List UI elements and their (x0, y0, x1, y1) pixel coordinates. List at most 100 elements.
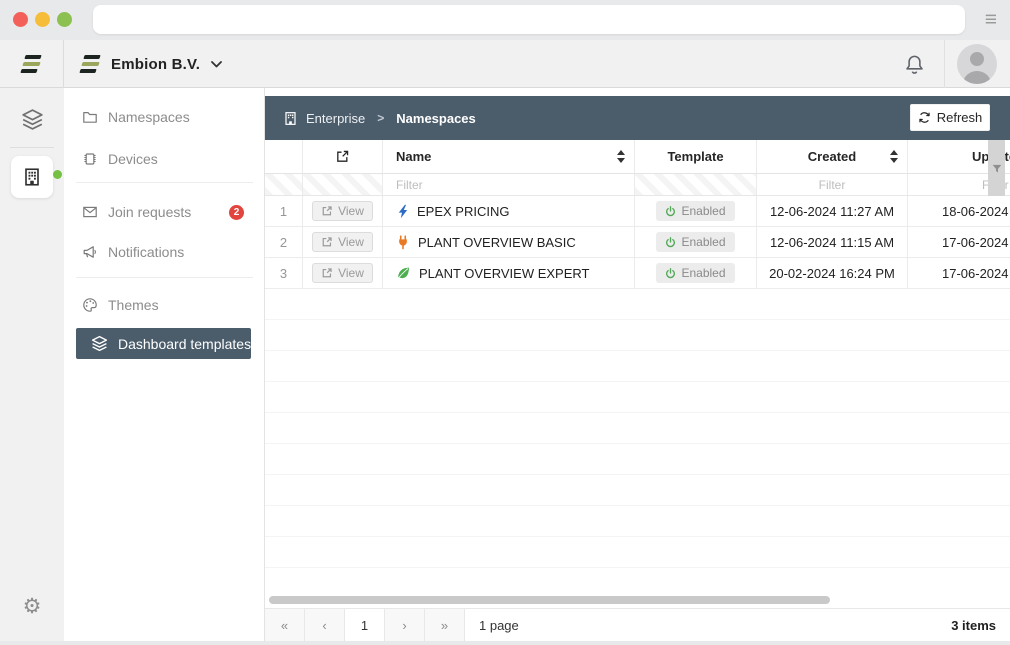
namespace-name: PLANT OVERVIEW EXPERT (419, 266, 590, 281)
view-cell: View (303, 227, 383, 257)
items-count-label: 3 items (951, 609, 996, 641)
external-link-icon (335, 149, 350, 164)
last-page-button[interactable]: » (425, 609, 465, 641)
namespace-name-cell: PLANT OVERVIEW EXPERT (383, 258, 635, 288)
power-icon (665, 268, 676, 279)
breadcrumb-current: Namespaces (396, 111, 476, 126)
row-index: 1 (265, 196, 303, 226)
breadcrumb-separator: > (377, 111, 384, 125)
window-close-button[interactable] (13, 12, 28, 27)
updated-cell: 17-06-2024 14:0 (908, 227, 1010, 257)
previous-page-button[interactable]: ‹ (305, 609, 345, 641)
notifications-bell-icon[interactable] (904, 54, 925, 75)
sort-icon[interactable] (890, 150, 898, 163)
view-button-label: View (338, 266, 364, 280)
embion-logo-icon (80, 54, 102, 74)
sidebar-item-label: Join requests (108, 204, 191, 220)
current-page-button[interactable]: 1 (345, 609, 385, 641)
rail-divider (10, 147, 54, 148)
table-vertical-scrollbar[interactable] (988, 140, 1005, 196)
namespace-name: EPEX PRICING (417, 204, 509, 219)
user-avatar[interactable] (957, 44, 997, 84)
status-badge: Enabled (656, 232, 734, 252)
empty-row (265, 444, 1010, 475)
sidebar: Namespaces Devices Join requests 2 Notif… (64, 88, 265, 641)
empty-row (265, 351, 1010, 382)
table-horizontal-scrollbar[interactable] (269, 596, 830, 604)
page-count-label: 1 page (479, 609, 519, 641)
updated-cell: 18-06-2024 12:0 (908, 196, 1010, 226)
table-filter-row (265, 174, 1010, 196)
filter-funnel-icon[interactable] (992, 164, 1002, 196)
rail-item-enterprise-active[interactable] (11, 156, 53, 198)
layers-icon (91, 335, 108, 352)
chevron-down-icon (211, 61, 222, 68)
refresh-label: Refresh (937, 110, 983, 125)
column-label: Created (808, 149, 856, 164)
sidebar-item-notifications[interactable]: Notifications (64, 235, 264, 269)
chip-icon (82, 151, 98, 167)
view-button-label: View (338, 204, 364, 218)
palette-icon (82, 297, 98, 313)
name-column-header[interactable]: Name (383, 140, 635, 173)
index-column-header (265, 140, 303, 173)
rail-item-dashboards[interactable] (0, 97, 64, 141)
address-bar[interactable] (93, 5, 965, 34)
leaf-icon (396, 266, 411, 280)
empty-row (265, 506, 1010, 537)
refresh-button[interactable]: Refresh (910, 104, 990, 131)
app-window: ≡ Embion B.V. (0, 0, 1010, 645)
sidebar-item-namespaces[interactable]: Namespaces (64, 100, 264, 134)
empty-row (265, 413, 1010, 444)
updated-cell: 17-06-2024 16:3 (908, 258, 1010, 288)
name-filter-input[interactable] (383, 174, 634, 195)
view-button[interactable]: View (312, 201, 373, 221)
sidebar-item-devices[interactable]: Devices (64, 142, 264, 176)
power-icon (665, 237, 676, 248)
window-zoom-button[interactable] (57, 12, 72, 27)
building-icon (22, 167, 42, 187)
template-cell: Enabled (635, 258, 757, 288)
window-bottom-edge (0, 641, 1010, 645)
sidebar-item-label: Dashboard templates (118, 336, 251, 352)
status-badge: Enabled (656, 201, 734, 221)
sidebar-item-dashboard-templates[interactable]: Dashboard templates (76, 328, 251, 359)
breadcrumb-root[interactable]: Enterprise (306, 111, 365, 126)
created-filter-input[interactable] (757, 174, 907, 195)
created-column-header[interactable]: Created (757, 140, 908, 173)
created-cell: 20-02-2024 16:24 PM (757, 258, 908, 288)
row-index: 3 (265, 258, 303, 288)
online-status-dot (53, 170, 62, 179)
power-icon (665, 206, 676, 217)
org-switcher[interactable]: Embion B.V. (80, 40, 222, 88)
settings-gear-icon[interactable]: ⚙ (0, 594, 64, 619)
created-cell: 12-06-2024 11:27 AM (757, 196, 908, 226)
view-button[interactable]: View (312, 263, 373, 283)
sort-icon[interactable] (617, 150, 625, 163)
browser-menu-icon[interactable]: ≡ (985, 8, 997, 32)
sidebar-item-join-requests[interactable]: Join requests 2 (64, 195, 264, 229)
view-cell: View (303, 258, 383, 288)
sidebar-divider (76, 277, 253, 278)
bolt-icon (396, 204, 409, 219)
column-label: Name (396, 149, 431, 164)
status-label: Enabled (681, 204, 725, 218)
refresh-icon (918, 111, 931, 124)
building-icon (283, 111, 298, 126)
window-minimize-button[interactable] (35, 12, 50, 27)
join-requests-count-badge: 2 (229, 205, 244, 220)
sidebar-item-themes[interactable]: Themes (64, 288, 264, 322)
sidebar-item-label: Namespaces (108, 109, 190, 125)
row-index: 2 (265, 227, 303, 257)
primary-rail: ⚙ (0, 88, 64, 641)
megaphone-icon (82, 244, 98, 260)
first-page-button[interactable]: « (265, 609, 305, 641)
view-button[interactable]: View (312, 232, 373, 252)
empty-row (265, 320, 1010, 351)
external-link-icon (321, 236, 333, 248)
app-logo (0, 40, 64, 88)
external-link-icon (321, 267, 333, 279)
next-page-button[interactable]: › (385, 609, 425, 641)
filter-disabled-cell (303, 174, 383, 195)
sidebar-item-label: Devices (108, 151, 158, 167)
